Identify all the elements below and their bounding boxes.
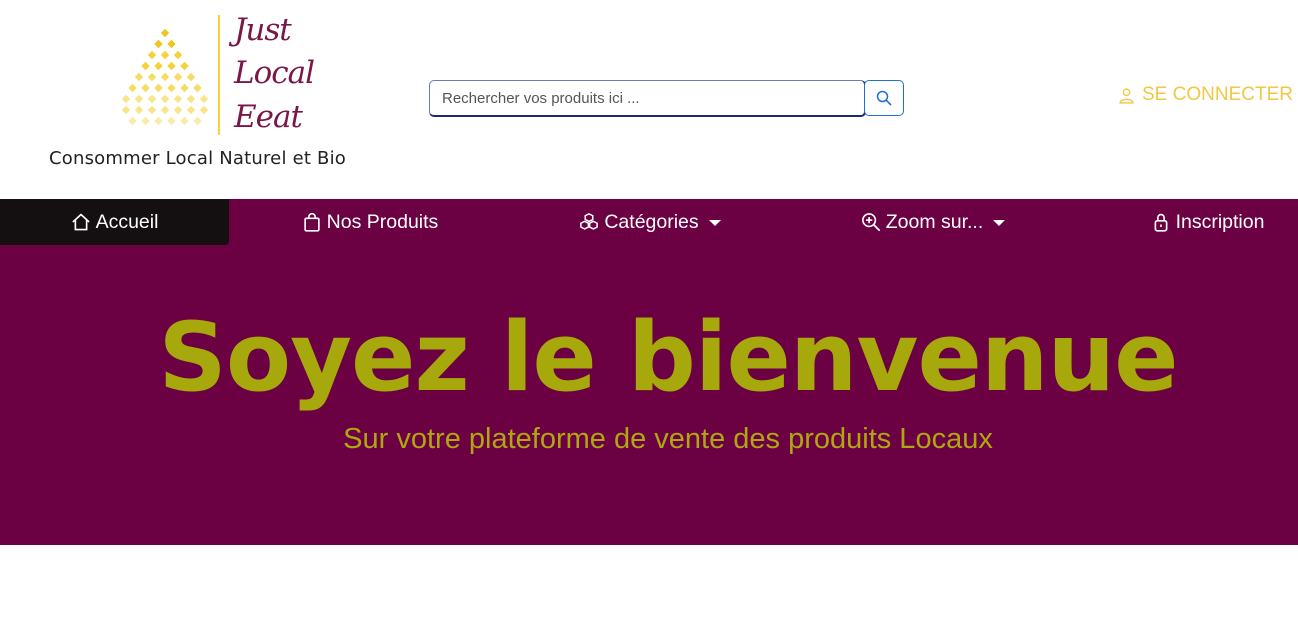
nav-label-categories: Catégories bbox=[604, 210, 699, 233]
logo-diamond bbox=[154, 61, 163, 71]
logo-diamond bbox=[141, 61, 150, 71]
logo-diamond bbox=[186, 72, 196, 82]
logo-diamond bbox=[134, 94, 144, 104]
logo-diamond bbox=[147, 94, 157, 104]
logo-diamond bbox=[147, 72, 157, 82]
logo-diamond bbox=[199, 105, 209, 115]
logo-diamond bbox=[134, 105, 144, 115]
logo-diamond bbox=[167, 116, 176, 126]
brand-logo[interactable]: Just Local Eeat Consommer Local Naturel … bbox=[40, 10, 390, 180]
main-nav: Accueil Nos Produits Catégories Zoom sur… bbox=[0, 199, 1298, 245]
nav-label-nos-produits: Nos Produits bbox=[326, 210, 439, 233]
logo-diamond bbox=[173, 105, 183, 115]
logo-diamond bbox=[173, 50, 183, 60]
shopping-bag-icon bbox=[303, 212, 320, 232]
logo-diamond bbox=[160, 50, 170, 60]
logo-diamond bbox=[121, 105, 131, 115]
logo-diamond bbox=[199, 94, 209, 104]
logo-divider bbox=[218, 15, 220, 135]
boxes-icon bbox=[580, 213, 599, 230]
logo-diamond bbox=[180, 61, 189, 71]
logo-diamond bbox=[160, 28, 170, 38]
logo-diamond bbox=[167, 39, 176, 49]
logo-word-local: Local bbox=[234, 55, 315, 91]
nav-item-nos-produits[interactable]: Nos Produits bbox=[280, 199, 460, 245]
user-icon bbox=[1119, 87, 1134, 104]
chevron-down-icon bbox=[993, 220, 1006, 226]
nav-item-zoom-sur[interactable]: Zoom sur... bbox=[843, 199, 1023, 245]
hero-title: Soyez le bienvenue bbox=[158, 303, 1178, 413]
logo-diamond bbox=[167, 83, 176, 93]
logo-diamond bbox=[160, 94, 170, 104]
nav-label-zoom-sur: Zoom sur... bbox=[885, 210, 984, 233]
search-button[interactable] bbox=[864, 80, 904, 116]
logo-diamond bbox=[128, 83, 137, 93]
logo-diamond bbox=[173, 94, 183, 104]
nav-label-inscription: Inscription bbox=[1175, 210, 1265, 233]
logo-diamond bbox=[121, 94, 131, 104]
logo-diamond bbox=[180, 116, 189, 126]
logo-diamond bbox=[193, 116, 202, 126]
logo-diamond bbox=[141, 116, 150, 126]
search-input[interactable] bbox=[429, 80, 866, 117]
logo-diamond-mark-icon bbox=[121, 28, 209, 126]
logo-diamond bbox=[180, 83, 189, 93]
nav-item-accueil[interactable]: Accueil bbox=[0, 199, 229, 245]
logo-diamond bbox=[160, 72, 170, 82]
chevron-down-icon bbox=[708, 220, 721, 226]
login-link[interactable]: SE CONNECTER bbox=[1118, 84, 1293, 106]
logo-word-eeat: Eeat bbox=[234, 99, 303, 135]
login-label: SE CONNECTER bbox=[1142, 84, 1293, 105]
lock-icon bbox=[1154, 213, 1167, 232]
nav-item-inscription[interactable]: Inscription bbox=[1130, 199, 1285, 245]
logo-diamond bbox=[186, 105, 196, 115]
logo-diamond bbox=[134, 72, 144, 82]
logo-diamond bbox=[160, 105, 170, 115]
logo-diamond bbox=[128, 116, 137, 126]
logo-diamond bbox=[186, 94, 196, 104]
home-icon bbox=[71, 213, 90, 231]
hero-subtitle: Sur votre plateforme de vente des produi… bbox=[343, 423, 993, 455]
nav-item-categories[interactable]: Catégories bbox=[560, 199, 740, 245]
logo-diamond bbox=[154, 116, 163, 126]
logo-diamond bbox=[154, 83, 163, 93]
logo-diamond bbox=[147, 105, 157, 115]
site-header: Just Local Eeat Consommer Local Naturel … bbox=[0, 0, 1298, 199]
logo-diamond bbox=[147, 50, 157, 60]
zoom-in-icon bbox=[861, 213, 880, 232]
logo-diamond bbox=[173, 72, 183, 82]
logo-diamond bbox=[193, 83, 202, 93]
logo-word-just: Just bbox=[234, 12, 292, 48]
search-icon bbox=[876, 90, 892, 106]
brand-tagline: Consommer Local Naturel et Bio bbox=[49, 148, 346, 169]
hero-banner: Soyez le bienvenue Sur votre plateforme … bbox=[0, 245, 1298, 545]
logo-diamond bbox=[167, 61, 176, 71]
logo-diamond bbox=[141, 83, 150, 93]
logo-diamond bbox=[154, 39, 163, 49]
nav-label-accueil: Accueil bbox=[95, 210, 159, 233]
